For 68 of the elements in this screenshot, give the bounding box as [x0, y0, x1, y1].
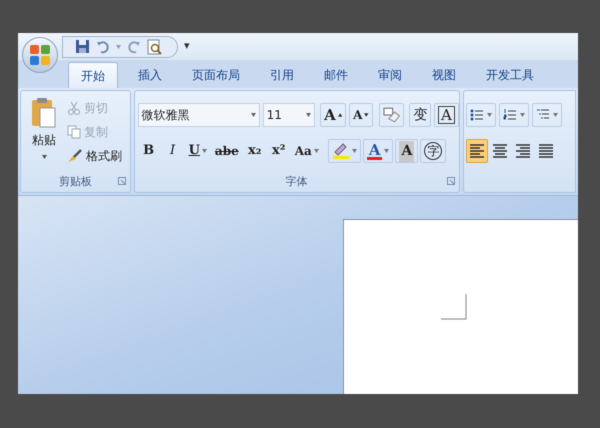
numbering-button[interactable]	[498, 103, 529, 127]
change-case-button[interactable]: Aa	[292, 139, 322, 163]
copy-icon	[67, 125, 81, 139]
caret-icon[interactable]	[486, 113, 492, 117]
clipboard-button[interactable]: 格式刷	[67, 146, 122, 166]
align-center-icon	[492, 143, 508, 159]
grow-font-button[interactable]: A	[320, 103, 346, 127]
caret-up-icon	[338, 113, 342, 117]
dialog-launcher-icon[interactable]	[446, 177, 455, 185]
caret-icon[interactable]	[116, 44, 121, 48]
italic-button[interactable]: I	[162, 139, 184, 163]
highlighter-icon	[332, 142, 350, 160]
caret-icon[interactable]	[384, 149, 390, 153]
align-left-icon	[468, 143, 485, 159]
ribbon-tab[interactable]: 插入	[128, 62, 172, 88]
bullets-button[interactable]	[466, 103, 496, 127]
underline-button[interactable]: U	[186, 139, 210, 163]
clipboard-icon	[31, 97, 57, 129]
superscript-button[interactable]: x²	[268, 139, 290, 163]
align-right-icon	[514, 143, 531, 159]
eraser-icon	[382, 107, 400, 123]
bold-button[interactable]: B	[138, 139, 160, 163]
subscript-button[interactable]: x₂	[244, 139, 266, 163]
align-left-button[interactable]	[466, 139, 488, 163]
clear-formatting-button[interactable]	[378, 103, 404, 127]
highlight-button[interactable]	[328, 139, 361, 163]
numbered-list-icon	[502, 108, 517, 122]
caret-icon[interactable]	[352, 149, 357, 153]
group-label: 字体	[286, 174, 308, 190]
margin-corner-mark	[441, 294, 467, 320]
enclose-characters-button[interactable]: 字	[420, 139, 446, 163]
caret-down-icon	[364, 113, 369, 117]
dialog-launcher-icon[interactable]	[118, 177, 126, 185]
font-size-field[interactable]: 11	[262, 103, 316, 127]
undo-icon[interactable]	[96, 40, 110, 54]
scissors-icon	[67, 101, 81, 115]
caret-icon[interactable]	[250, 113, 256, 117]
ribbon-tab[interactable]: 审阅	[368, 62, 412, 88]
align-justify-icon	[538, 143, 554, 159]
multilevel-list-button[interactable]	[532, 103, 562, 127]
ribbon-tab[interactable]: 开发工具	[476, 62, 544, 88]
caret-icon[interactable]	[202, 149, 207, 153]
ribbon-tab[interactable]: 视图	[422, 62, 466, 88]
character-border-button[interactable]: A	[434, 103, 459, 127]
ribbon-tab[interactable]: 开始	[68, 62, 118, 88]
caret-icon[interactable]	[314, 149, 319, 153]
caret-icon[interactable]	[520, 113, 525, 117]
ribbon-tab[interactable]: 邮件	[314, 62, 358, 88]
print-preview-icon[interactable]	[147, 38, 162, 54]
caret-icon[interactable]	[306, 113, 312, 117]
font-color-button[interactable]: A	[362, 139, 394, 163]
group-label: 剪贴板	[58, 174, 92, 190]
caret-icon[interactable]	[552, 113, 558, 117]
caret-icon	[42, 155, 46, 159]
character-shading-button[interactable]: A	[395, 139, 418, 163]
ribbon-tab[interactable]: 引用	[260, 62, 304, 88]
brush-icon	[67, 149, 83, 163]
customize-quick-access-button[interactable]: ▾	[184, 38, 190, 55]
bullet-list-icon	[470, 108, 484, 122]
paste-button[interactable]: 粘贴	[29, 97, 59, 172]
strikethrough-button[interactable]: abe	[212, 139, 242, 163]
shrink-font-button[interactable]: A	[349, 103, 373, 127]
redo-icon[interactable]	[127, 40, 141, 54]
ribbon-tab[interactable]: 页面布局	[182, 62, 250, 88]
save-icon[interactable]	[75, 39, 90, 54]
office-logo-icon	[29, 44, 51, 66]
phonetic-guide-button[interactable]: 变	[409, 103, 432, 127]
font-name-field[interactable]: 微软雅黑	[138, 103, 260, 127]
